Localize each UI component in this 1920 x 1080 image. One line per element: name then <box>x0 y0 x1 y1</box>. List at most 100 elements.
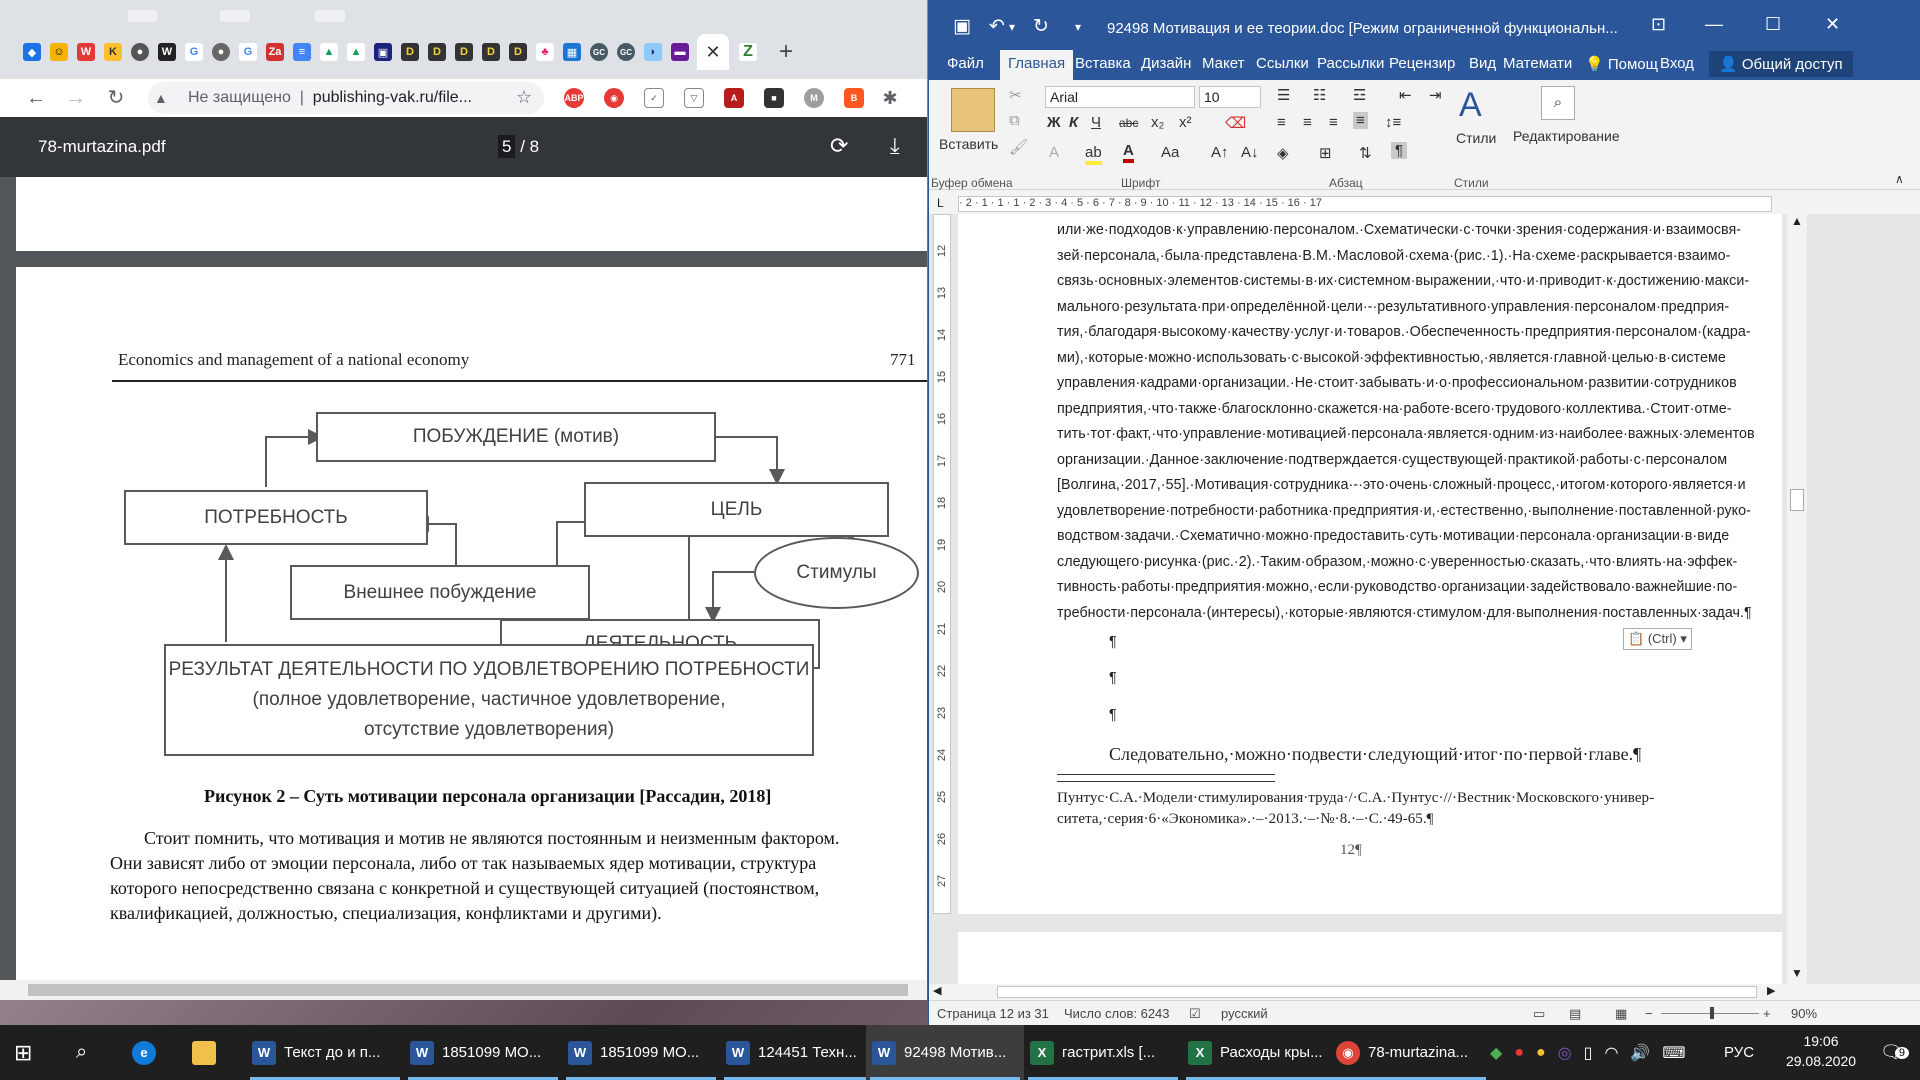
bullets-icon[interactable]: ☰ <box>1277 86 1290 104</box>
align-center-icon[interactable]: ≡ <box>1303 114 1312 131</box>
proofing-icon[interactable]: ☑ <box>1189 1006 1201 1022</box>
numbering-icon[interactable]: ☷ <box>1313 86 1326 104</box>
paste-clipboard-icon[interactable] <box>951 88 995 132</box>
justify-icon[interactable]: ≡ <box>1353 112 1368 129</box>
editing-button[interactable]: Редактирование <box>1513 128 1620 144</box>
tab[interactable]: ◆ <box>18 34 46 70</box>
extensions-puzzle-icon[interactable]: ✱ <box>880 88 900 108</box>
tab-help[interactable]: 💡 Помощ <box>1585 55 1658 73</box>
scroll-right-icon[interactable]: ▶ <box>1767 984 1775 997</box>
document-page[interactable]: или·же·подходов·к·управлению·персоналом.… <box>958 214 1782 914</box>
subscript-icon[interactable]: x₂ <box>1151 114 1164 131</box>
align-left-icon[interactable]: ≡ <box>1277 114 1286 131</box>
minimized-tab[interactable] <box>315 10 345 22</box>
taskbar-word-4[interactable]: W 124451 Техн... <box>720 1025 878 1080</box>
font-color-icon[interactable]: A <box>1123 142 1134 163</box>
tab[interactable]: ≡ <box>288 34 316 70</box>
undo-icon[interactable]: ↶ <box>989 15 1005 38</box>
decrease-indent-icon[interactable]: ⇤ <box>1399 86 1412 104</box>
share-button[interactable]: 👤 Общий доступ <box>1709 51 1853 77</box>
tab[interactable]: ☺ <box>45 34 73 70</box>
scrollbar-thumb[interactable] <box>1790 489 1804 511</box>
shading-icon[interactable]: ◈ <box>1277 144 1289 162</box>
format-painter-icon[interactable]: 🖌 <box>1009 138 1028 156</box>
font-name-combo[interactable]: Arial <box>1045 86 1195 108</box>
tab-mailings[interactable]: Рассылки <box>1317 55 1384 72</box>
taskbar-word-3[interactable]: W 1851099 МО... <box>562 1025 720 1080</box>
tab[interactable]: D <box>450 34 478 70</box>
forward-arrow-icon[interactable]: → <box>62 85 90 111</box>
notification-center-icon[interactable]: 🗨 9 <box>1880 1025 1909 1080</box>
tab-view[interactable]: Вид <box>1469 55 1496 72</box>
document-area[interactable]: 12 13 14 15 16 17 18 19 20 21 22 23 24 2… <box>929 214 1920 984</box>
undo-dropdown-icon[interactable]: ▾ <box>1009 20 1015 34</box>
tab[interactable]: D <box>504 34 532 70</box>
zoom-out-icon[interactable]: − <box>1645 1006 1653 1021</box>
maximize-icon[interactable]: ☐ <box>1765 14 1781 35</box>
pdf-page-current[interactable]: 5 <box>498 135 516 158</box>
tab-active[interactable]: ✕ <box>697 34 729 70</box>
zoom-level[interactable]: 90% <box>1791 1006 1817 1021</box>
pdf-horizontal-scrollbar[interactable] <box>0 980 927 1000</box>
tab-math[interactable]: Математи <box>1503 55 1572 72</box>
copy-icon[interactable]: ⧉ <box>1009 112 1020 129</box>
minimized-tab[interactable] <box>128 10 158 22</box>
keyboard-icon[interactable]: ⌨ <box>1662 1043 1685 1063</box>
save-icon[interactable]: ▣ <box>953 15 971 38</box>
blogger-icon[interactable]: B <box>844 88 864 108</box>
tab[interactable]: K <box>99 34 127 70</box>
italic-button[interactable]: К <box>1069 114 1078 131</box>
print-layout-icon[interactable]: ▤ <box>1569 1006 1581 1022</box>
tab[interactable]: G <box>180 34 208 70</box>
volume-icon[interactable]: 🔊 <box>1630 1043 1650 1063</box>
tab[interactable]: W <box>153 34 181 70</box>
input-language[interactable]: РУС <box>1724 1025 1754 1080</box>
tab-design[interactable]: Дизайн <box>1141 55 1191 72</box>
battery-icon[interactable]: ▯ <box>1584 1043 1593 1063</box>
pdf-extension-icon[interactable]: A <box>724 88 744 108</box>
horizontal-scrollbar[interactable]: ◀ ▶ <box>929 984 1807 1000</box>
tab[interactable]: ▲ <box>342 34 370 70</box>
tab[interactable]: ● <box>126 34 154 70</box>
taskbar-explorer[interactable] <box>192 1025 224 1080</box>
ribbon-display-icon[interactable]: ⊡ <box>1651 14 1666 35</box>
language[interactable]: русский <box>1221 1006 1268 1021</box>
rotate-icon[interactable]: ⟳ <box>830 133 848 159</box>
styles-icon[interactable]: A <box>1459 86 1482 125</box>
tab-insert[interactable]: Вставка <box>1075 55 1131 72</box>
tab[interactable]: D <box>477 34 505 70</box>
line-spacing-icon[interactable]: ↕≡ <box>1385 114 1401 131</box>
change-case-icon[interactable]: Aa <box>1161 144 1179 161</box>
back-arrow-icon[interactable]: ← <box>22 85 50 111</box>
multilevel-list-icon[interactable]: ☲ <box>1353 86 1366 104</box>
collapse-ribbon-icon[interactable]: ∧ <box>1895 172 1904 186</box>
document-page-next[interactable] <box>958 932 1782 984</box>
tab-file[interactable]: Файл <box>947 55 984 72</box>
ublock-icon[interactable]: ◉ <box>604 88 624 108</box>
vertical-scrollbar[interactable]: ▲ ▼ <box>1787 214 1807 984</box>
tab[interactable]: GC <box>585 34 613 70</box>
cube-extension-icon[interactable]: ■ <box>764 88 784 108</box>
tray-app-icon[interactable]: ● <box>1536 1044 1546 1062</box>
tab[interactable]: D <box>423 34 451 70</box>
tab-layout[interactable]: Макет <box>1202 55 1244 72</box>
strikethrough-button[interactable]: abc <box>1119 116 1138 130</box>
taskbar-edge[interactable]: e <box>132 1025 164 1080</box>
scrollbar-thumb[interactable] <box>28 984 908 996</box>
search-icon[interactable]: ⌕ <box>76 1025 87 1080</box>
clock[interactable]: 19:06 29.08.2020 <box>1778 1031 1864 1071</box>
tab-home[interactable]: Главная <box>1000 50 1074 80</box>
reload-icon[interactable]: ↻ <box>102 85 130 111</box>
network-icon[interactable]: ◠ <box>1604 1043 1618 1063</box>
text-effects-icon[interactable]: A <box>1049 144 1059 161</box>
tab[interactable]: ▦ <box>558 34 586 70</box>
taskbar-chrome[interactable]: ◉ 78-murtazina... <box>1330 1025 1490 1080</box>
scrollbar-thumb[interactable] <box>997 986 1757 998</box>
minimized-tab[interactable] <box>220 10 250 22</box>
zoom-in-icon[interactable]: + <box>1763 1006 1771 1021</box>
show-marks-icon[interactable]: ¶ <box>1391 142 1408 159</box>
tab-review[interactable]: Рецензир <box>1389 55 1455 72</box>
paste-button[interactable]: Вставить <box>939 136 998 152</box>
increase-indent-icon[interactable]: ⇥ <box>1429 86 1442 104</box>
tab[interactable]: ◗ <box>639 34 667 70</box>
